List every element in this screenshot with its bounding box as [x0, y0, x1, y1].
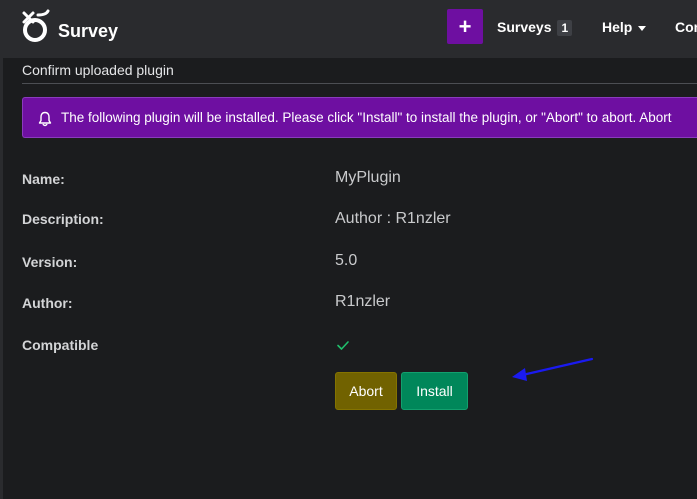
- plus-icon: +: [458, 13, 472, 39]
- surveys-count-badge: 1: [557, 20, 573, 36]
- create-survey-button[interactable]: +: [447, 9, 483, 44]
- nav-surveys-label: Surveys: [497, 19, 552, 35]
- nav-help-label: Help: [602, 19, 633, 35]
- name-label: Name:: [22, 171, 65, 187]
- description-label: Description:: [22, 211, 104, 227]
- description-value: Author : R1nzler: [335, 210, 451, 227]
- nav-help-dropdown[interactable]: Help: [602, 19, 647, 35]
- arrow-annotation-icon: [512, 357, 594, 381]
- alert-message: The following plugin will be installed. …: [61, 110, 672, 125]
- version-value: 5.0: [335, 252, 358, 269]
- top-navbar: Survey + Surveys 1 Help Con: [0, 0, 697, 58]
- install-button[interactable]: Install: [401, 372, 468, 410]
- nav-configuration[interactable]: Con: [675, 19, 697, 35]
- nav-surveys[interactable]: Surveys 1: [497, 19, 573, 36]
- compatible-label: Compatible: [22, 337, 99, 353]
- sidebar-edge: [0, 58, 3, 499]
- abort-button[interactable]: Abort: [335, 372, 397, 410]
- author-label: Author:: [22, 295, 73, 311]
- install-alert: The following plugin will be installed. …: [22, 97, 697, 138]
- title-divider: [22, 83, 697, 84]
- survey-logo-icon[interactable]: [20, 9, 52, 45]
- check-icon: [337, 341, 349, 350]
- name-value: MyPlugin: [335, 169, 401, 186]
- page-title: Confirm uploaded plugin: [22, 62, 174, 78]
- version-label: Version:: [22, 254, 78, 270]
- brand-title[interactable]: Survey: [58, 21, 118, 42]
- chevron-down-icon: [638, 25, 647, 31]
- bell-icon: [38, 111, 52, 127]
- author-value: R1nzler: [335, 293, 391, 310]
